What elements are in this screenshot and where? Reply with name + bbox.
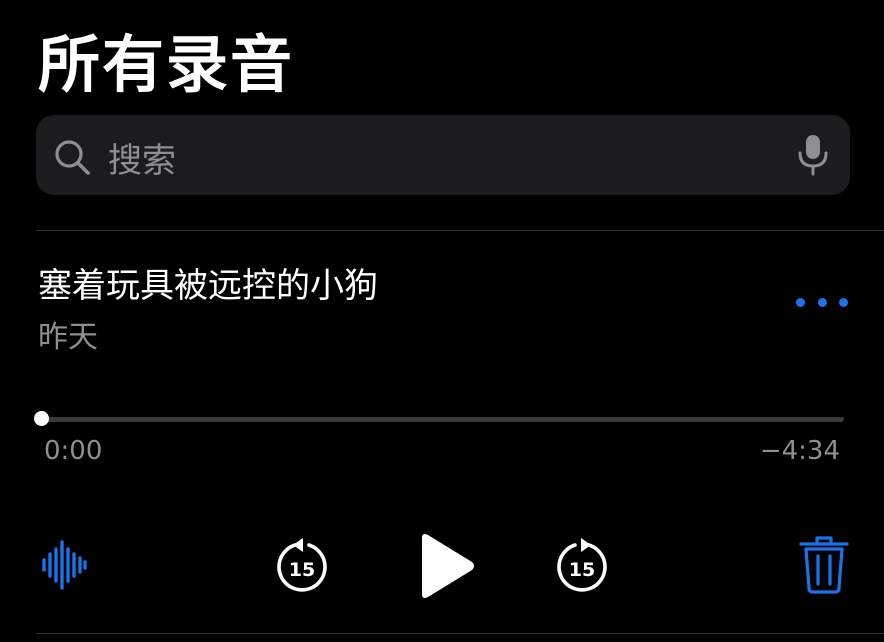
skip-forward-label: 15 <box>569 559 595 581</box>
divider <box>36 230 884 231</box>
skip-forward-button[interactable]: 15 <box>552 537 612 597</box>
recording-title[interactable]: 塞着玩具被远控的小狗 <box>38 258 378 307</box>
skip-back-label: 15 <box>289 559 315 581</box>
recording-date: 昨天 <box>38 320 98 355</box>
skip-forward-15-icon: 15 <box>557 538 607 592</box>
delete-button[interactable] <box>798 536 850 594</box>
scrubber-handle[interactable] <box>34 411 49 426</box>
page-title: 所有录音 <box>38 28 295 101</box>
microphone-icon[interactable] <box>796 133 830 177</box>
search-input[interactable]: 搜索 <box>108 133 176 182</box>
search-bar[interactable]: 搜索 <box>36 115 850 195</box>
elapsed-time: 0:00 <box>44 436 103 466</box>
play-button[interactable] <box>414 532 478 600</box>
divider-bottom <box>36 633 884 634</box>
more-options-button[interactable] <box>796 286 848 318</box>
trash-icon <box>799 536 849 594</box>
skip-back-15-icon: 15 <box>277 538 327 592</box>
voice-memos-screen: 所有录音 搜索 塞着玩具被远控的小狗 昨天 0:00 −4:34 15 15 <box>0 0 884 642</box>
ellipsis-icon <box>796 297 805 307</box>
playback-scrubber[interactable] <box>40 417 844 422</box>
waveform-button[interactable] <box>40 540 88 590</box>
remaining-time: −4:34 <box>759 436 840 466</box>
play-icon <box>422 534 474 598</box>
skip-back-button[interactable]: 15 <box>272 537 332 597</box>
waveform-icon <box>42 540 87 590</box>
search-icon <box>52 137 92 177</box>
